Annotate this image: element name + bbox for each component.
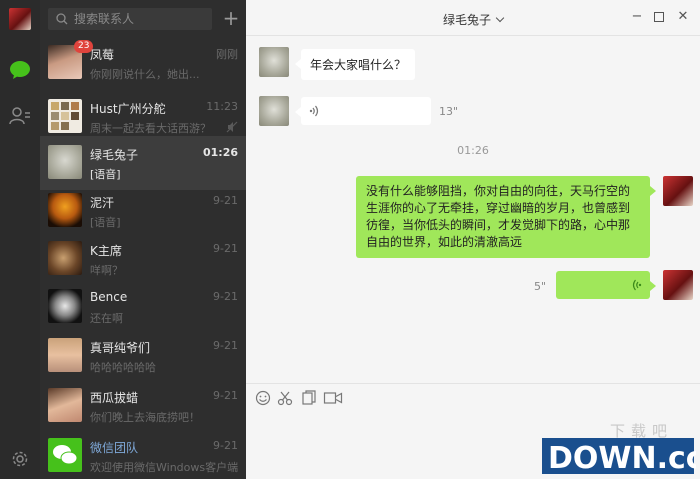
session-time: 11:23 bbox=[206, 100, 238, 113]
session-time: 9-21 bbox=[213, 389, 238, 402]
session-name: Bence bbox=[90, 290, 128, 304]
session-name: 凤莓 bbox=[90, 48, 115, 62]
input-toolbar bbox=[246, 383, 700, 411]
avatar bbox=[48, 388, 82, 422]
avatar bbox=[48, 438, 82, 472]
voice-duration: 13" bbox=[439, 105, 459, 118]
voice-wave-icon bbox=[632, 279, 642, 291]
session-preview: 你们晚上去海底捞吧！ bbox=[90, 411, 200, 424]
mute-icon bbox=[226, 121, 238, 133]
session-preview: [语音] bbox=[90, 168, 121, 181]
session-time: 01:26 bbox=[202, 146, 238, 159]
session-time: 9-21 bbox=[213, 439, 238, 452]
message-bubble: 没有什么能够阻挡，你对自由的向往，天马行空的生涯你的心了无牵挂，穿过幽暗的岁月，… bbox=[356, 176, 656, 258]
session-name: 绿毛兔子 bbox=[90, 148, 139, 162]
session-time: 9-21 bbox=[213, 242, 238, 255]
close-button[interactable]: ✕ bbox=[676, 10, 690, 24]
session-name: 微信团队 bbox=[90, 441, 139, 455]
watermark-logo: 下载吧 DOWN.cc bbox=[540, 420, 700, 476]
session-time: 9-21 bbox=[213, 339, 238, 352]
watermark-text: DOWN.cc bbox=[548, 441, 696, 475]
session-preview: 咩啊？ bbox=[90, 264, 123, 277]
avatar bbox=[48, 193, 82, 227]
minimize-button[interactable]: − bbox=[630, 10, 644, 24]
search-box[interactable] bbox=[48, 8, 212, 30]
session-name: 真哥纯爷们 bbox=[90, 341, 151, 355]
session-name: 泥汗 bbox=[90, 196, 115, 210]
session-list: + 23 凤莓 刚刚 你刚刚说什么，她出... Hust广州分舵 11:23 周… bbox=[40, 0, 246, 479]
avatar bbox=[48, 289, 82, 323]
search-input[interactable] bbox=[74, 12, 204, 26]
chat-tab-icon[interactable] bbox=[8, 58, 32, 82]
session-time: 刚刚 bbox=[216, 48, 238, 61]
video-call-icon[interactable] bbox=[323, 390, 343, 406]
chat-header: 绿毛兔子 − ✕ bbox=[246, 0, 700, 36]
chat-panel: 绿毛兔子 − ✕ 年会大家唱什么？ 13" 01:26 没有什么能够阻挡，你对自… bbox=[246, 0, 700, 479]
time-separator: 01:26 bbox=[457, 144, 489, 157]
emoji-icon[interactable] bbox=[254, 390, 272, 406]
settings-gear-icon[interactable] bbox=[8, 447, 32, 471]
session-preview: [语音] bbox=[90, 216, 121, 229]
screenshot-scissors-icon[interactable] bbox=[276, 390, 294, 406]
maximize-button[interactable] bbox=[652, 10, 666, 24]
watermark-sub: 下载吧 bbox=[610, 422, 673, 440]
session-name: Hust广州分舵 bbox=[90, 102, 166, 116]
session-item[interactable]: 真哥纯爷们 9-21 哈哈哈哈哈哈 bbox=[40, 329, 246, 383]
search-icon bbox=[56, 13, 68, 25]
session-item[interactable]: 泥汗 9-21 [语音] bbox=[40, 184, 246, 238]
voice-message[interactable] bbox=[295, 97, 431, 125]
voice-wave-icon bbox=[309, 105, 319, 117]
nav-rail bbox=[0, 0, 40, 479]
contact-avatar[interactable] bbox=[259, 47, 289, 77]
session-item[interactable]: 微信团队 9-21 欢迎使用微信Windows客户端 bbox=[40, 429, 246, 479]
session-time: 9-21 bbox=[213, 290, 238, 303]
avatar bbox=[48, 338, 82, 372]
add-chat-button[interactable]: + bbox=[221, 8, 241, 30]
avatar bbox=[48, 241, 82, 275]
message-bubble: 年会大家唱什么？ bbox=[294, 49, 416, 80]
session-item[interactable]: K主席 9-21 咩啊？ bbox=[40, 232, 246, 286]
avatar bbox=[48, 145, 82, 179]
session-preview: 欢迎使用微信Windows客户端 bbox=[90, 461, 239, 474]
session-item[interactable]: 23 凤莓 刚刚 你刚刚说什么，她出... bbox=[40, 36, 246, 90]
session-name: K主席 bbox=[90, 244, 122, 258]
contacts-tab-icon[interactable] bbox=[8, 104, 32, 128]
my-avatar[interactable] bbox=[663, 270, 693, 300]
session-time: 9-21 bbox=[213, 194, 238, 207]
file-icon[interactable] bbox=[300, 390, 318, 406]
session-item[interactable]: Bence 9-21 还在啊 bbox=[40, 280, 246, 334]
my-avatar[interactable] bbox=[663, 176, 693, 206]
session-name: 西瓜拔蜡 bbox=[90, 391, 139, 405]
my-avatar[interactable] bbox=[9, 8, 31, 30]
session-preview: 还在啊 bbox=[90, 312, 123, 325]
contact-avatar[interactable] bbox=[259, 96, 289, 126]
avatar bbox=[48, 99, 82, 133]
chevron-down-icon bbox=[495, 13, 505, 23]
session-preview: 周末一起去看大话西游？ bbox=[90, 122, 211, 135]
voice-duration: 5" bbox=[534, 280, 547, 293]
session-preview: 哈哈哈哈哈哈 bbox=[90, 361, 156, 374]
session-item[interactable]: 绿毛兔子 01:26 [语音] bbox=[40, 136, 246, 190]
voice-message[interactable] bbox=[556, 271, 656, 299]
session-item[interactable]: 西瓜拔蜡 9-21 你们晚上去海底捞吧！ bbox=[40, 379, 246, 433]
session-preview: 你刚刚说什么，她出... bbox=[90, 68, 200, 81]
